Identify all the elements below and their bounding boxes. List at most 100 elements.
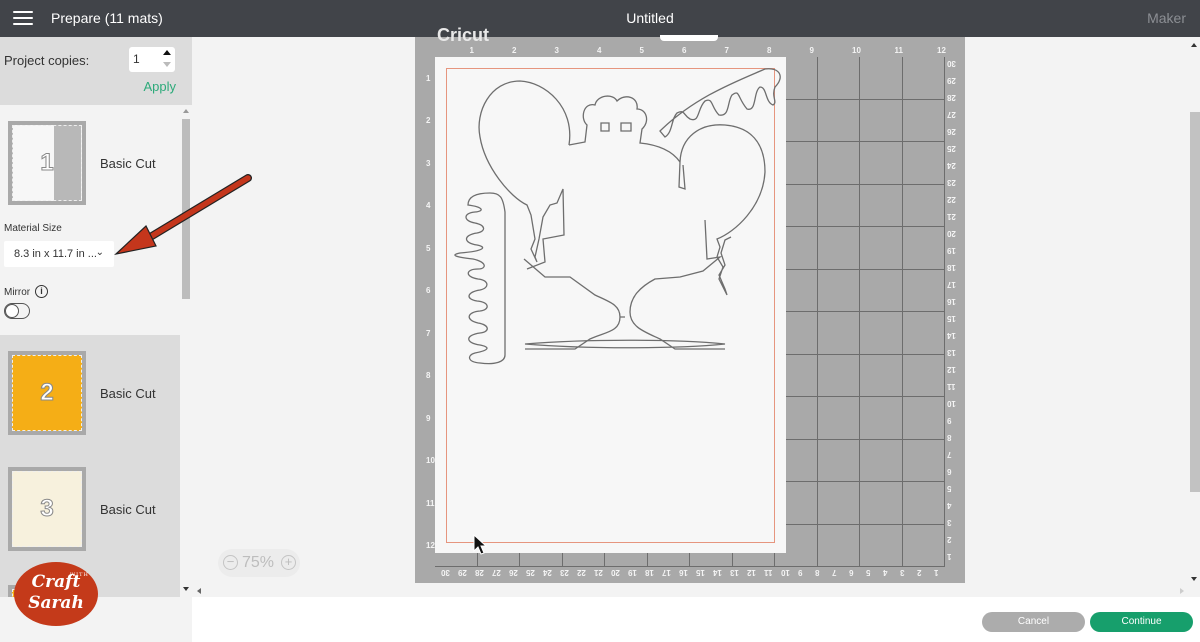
watermark-logo: Craft WITH Sarah [14, 562, 98, 626]
continue-button[interactable]: Continue [1090, 612, 1193, 632]
ruler-tick-right: 30 [947, 59, 956, 68]
ruler-tick-left: 2 [426, 116, 431, 125]
mat-thumbnail[interactable]: 1 [8, 121, 86, 205]
ruler-tick-right: 26 [947, 127, 956, 136]
ruler-tick-top: 1 [469, 46, 474, 55]
mat-cut-type: Basic Cut [100, 156, 156, 171]
grid-cell [817, 184, 860, 227]
machine-label[interactable]: Maker [1147, 10, 1186, 26]
ruler-tick-bottom: 10 [781, 568, 790, 577]
grid-cell [817, 354, 860, 397]
scroll-left-icon[interactable] [197, 588, 201, 594]
ruler-tick-bottom: 16 [679, 568, 688, 577]
grid-cell [902, 57, 945, 100]
grid-cell [817, 99, 860, 142]
ruler-tick-right: 24 [947, 161, 956, 170]
zoom-in-icon[interactable]: + [281, 555, 296, 570]
ruler-tick-right: 25 [947, 144, 956, 153]
ruler-tick-right: 1 [947, 552, 952, 561]
info-icon[interactable]: i [35, 285, 48, 298]
mat-number: 2 [40, 379, 54, 407]
ruler-tick-left: 4 [426, 201, 431, 210]
ruler-tick-right: 12 [947, 365, 956, 374]
document-title: Untitled [626, 10, 674, 26]
cut-design[interactable] [435, 57, 786, 553]
grid-cell [860, 482, 903, 525]
grid-cell [817, 312, 860, 355]
ruler-tick-right: 3 [947, 518, 952, 527]
grid-cell [902, 439, 945, 482]
scroll-up-icon[interactable] [1191, 43, 1197, 47]
project-copies-stepper[interactable]: 1 [129, 47, 175, 72]
grid-cell [860, 142, 903, 185]
ruler-tick-right: 2 [947, 535, 952, 544]
ruler-tick-left: 8 [426, 371, 431, 380]
ruler-tick-bottom: 30 [441, 568, 450, 577]
ruler-tick-left: 9 [426, 413, 431, 423]
project-copies-value[interactable]: 1 [133, 52, 140, 66]
grid-cell [817, 524, 860, 567]
ruler-tick-left: 7 [426, 328, 431, 338]
ruler-tick-right: 16 [947, 297, 956, 306]
ruler-tick-bottom: 1 [934, 568, 939, 577]
grid-cell [902, 99, 945, 142]
zoom-out-icon[interactable]: − [223, 555, 238, 570]
ruler-tick-bottom: 24 [543, 568, 552, 577]
scroll-right-icon[interactable] [1180, 588, 1184, 594]
mat-thumbnail[interactable]: 3 [8, 467, 86, 551]
ruler-tick-right: 18 [947, 263, 956, 272]
chevron-down-icon: ⌄ [95, 247, 104, 258]
banner-drip [659, 68, 781, 138]
ruler-tick-bottom: 17 [662, 568, 671, 577]
ruler-tick-right: 15 [947, 314, 956, 323]
ruler-tick-right: 23 [947, 178, 956, 187]
scroll-up-icon[interactable] [183, 109, 189, 113]
increment-icon[interactable] [163, 50, 171, 55]
grid-cell [860, 397, 903, 440]
mat-thumbnail[interactable]: 2 [8, 351, 86, 435]
grid-cell [817, 57, 860, 100]
balloon-left [478, 80, 571, 270]
ruler-tick-bottom: 13 [730, 568, 739, 577]
cancel-button[interactable]: Cancel [982, 612, 1085, 632]
ruler-tick-right: 6 [947, 467, 952, 476]
mirror-toggle[interactable] [4, 303, 30, 319]
mirror-label: Mirror [4, 287, 31, 298]
ruler-tick-right: 4 [947, 501, 952, 510]
material-size-select[interactable]: 8.3 in x 11.7 in ... ⌄ [4, 241, 114, 267]
ruler-tick-bottom: 25 [526, 568, 535, 577]
ruler-tick-left: 1 [426, 73, 431, 83]
mat-cut-type: Basic Cut [100, 502, 156, 517]
project-copies-panel: Project copies: 1 Apply [0, 37, 192, 105]
ruler-tick-right: 9 [947, 416, 952, 425]
grid-cell [860, 57, 903, 100]
grid-cell [860, 354, 903, 397]
ruler-tick-left: 11 [426, 498, 435, 508]
ruler-tick-top: 12 [937, 46, 946, 55]
watermark-with: WITH [70, 572, 89, 578]
decrement-icon[interactable] [163, 62, 171, 67]
ruler-tick-top: 8 [767, 46, 772, 55]
canvas-vertical-scrollbar[interactable] [1188, 37, 1200, 585]
ruler-tick-bottom: 22 [577, 568, 586, 577]
ruler-tick-left: 6 [426, 286, 431, 295]
ruler-tick-bottom: 23 [560, 568, 569, 577]
ruler-tick-left: 10 [426, 456, 435, 465]
scroll-down-icon[interactable] [183, 587, 189, 591]
ruler-tick-right: 7 [947, 450, 952, 459]
footer-bar: Cancel Continue [192, 597, 1200, 642]
mat-cut-type: Basic Cut [100, 386, 156, 401]
scroll-down-icon[interactable] [1191, 577, 1197, 581]
ruler-tick-top: 2 [512, 46, 517, 55]
canvas-horizontal-scrollbar[interactable] [192, 585, 1200, 597]
material-size-value: 8.3 in x 11.7 in ... [14, 248, 97, 260]
scrollbar-thumb[interactable] [1190, 112, 1200, 492]
top-bar: Prepare (11 mats) Untitled Maker [0, 0, 1200, 37]
ribbon-strip [454, 192, 506, 365]
ruler-tick-top: 9 [809, 46, 814, 55]
ruler-tick-left: 12 [426, 541, 435, 550]
grid-cell [817, 439, 860, 482]
apply-button[interactable]: Apply [143, 79, 176, 94]
grid-cell [902, 524, 945, 567]
mat-hang-tab [660, 35, 718, 41]
